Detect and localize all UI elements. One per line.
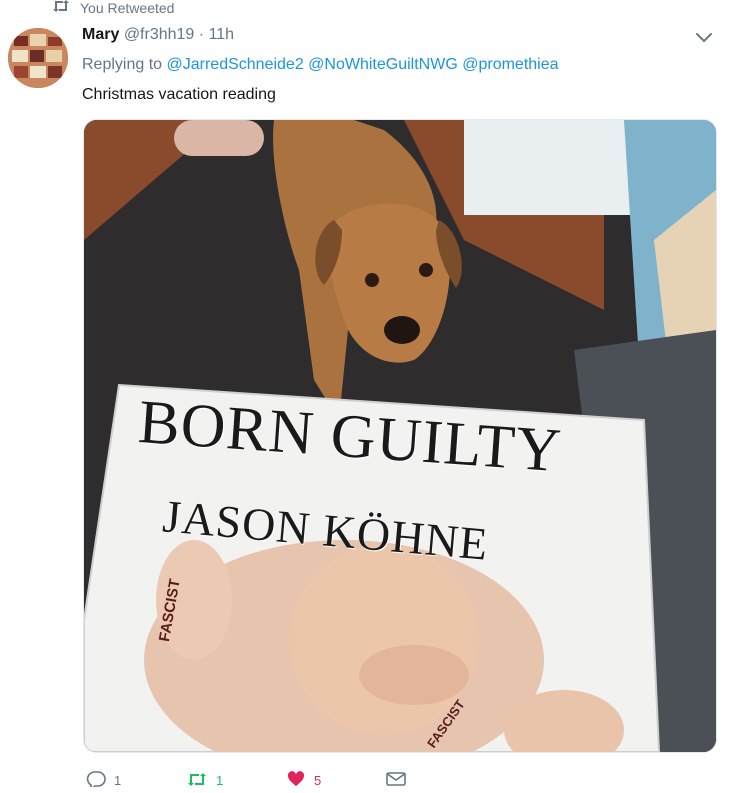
direct-message-button[interactable] xyxy=(386,771,486,790)
reply-button[interactable]: 1 xyxy=(86,771,186,791)
mention-link[interactable]: @NoWhiteGuiltNWG xyxy=(308,56,458,73)
avatar[interactable] xyxy=(8,28,68,88)
tweet-text: Christmas vacation reading xyxy=(82,86,276,103)
like-button[interactable]: 5 xyxy=(286,771,386,790)
tweet-photo[interactable]: Born Guilty Jason Köhne FASCIST FASCIST xyxy=(83,119,717,753)
reply-icon xyxy=(86,771,106,791)
reply-count: 1 xyxy=(114,773,122,788)
time-separator: · xyxy=(198,26,205,43)
replying-to-prefix: Replying to xyxy=(82,56,163,73)
envelope-icon xyxy=(386,771,406,790)
like-count: 5 xyxy=(314,773,322,788)
mention-link[interactable]: @JarredSchneide2 xyxy=(167,56,304,73)
retweet-icon xyxy=(52,0,70,18)
retweet-button[interactable]: 1 xyxy=(186,771,286,790)
tweet-time[interactable]: 11h xyxy=(209,26,235,43)
tweet-header: Mary @fr3hh19 · 11h xyxy=(82,25,234,45)
author-handle[interactable]: @fr3hh19 xyxy=(124,26,195,43)
retweet-context: You Retweeted xyxy=(52,0,174,16)
heart-icon xyxy=(286,771,306,790)
mention-link[interactable]: @promethiea xyxy=(462,56,558,73)
retweet-context-label: You Retweeted xyxy=(80,0,175,16)
replying-to: Replying to @JarredSchneide2 @NoWhiteGui… xyxy=(82,56,559,74)
retweet-icon xyxy=(186,771,208,790)
tweet-actions: 1 1 5 xyxy=(86,771,486,793)
retweet-count: 1 xyxy=(216,773,224,788)
author-name[interactable]: Mary xyxy=(82,26,119,43)
chevron-down-icon[interactable] xyxy=(693,28,715,46)
